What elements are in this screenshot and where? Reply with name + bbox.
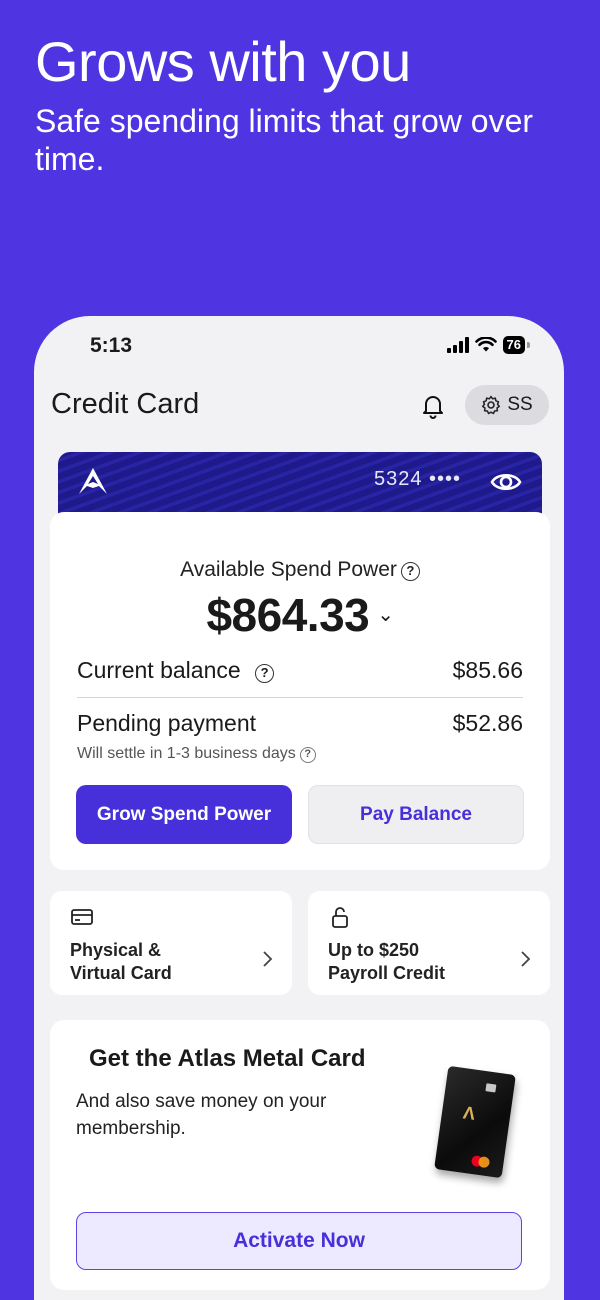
hero-section: Grows with you Safe spending limits that… [35, 30, 575, 178]
wifi-icon [474, 337, 497, 352]
credit-card-preview[interactable]: 5324 •••• [58, 452, 542, 516]
tile-label: Up to $250 Payroll Credit [328, 939, 445, 985]
battery-indicator: 76 [502, 336, 525, 354]
atlas-logo-icon: Λ [461, 1102, 477, 1124]
available-amount-value: $864.33 [206, 589, 370, 641]
app-header: Credit Card SS [34, 378, 564, 434]
help-icon[interactable]: ? [400, 562, 420, 581]
tile-label-line1: Physical & [70, 940, 162, 960]
chevron-right-icon [263, 951, 273, 967]
metal-card-image: Λ [434, 1065, 516, 1179]
payroll-credit-tile[interactable]: Up to $250 Payroll Credit [308, 891, 550, 995]
divider [77, 697, 523, 698]
hero-subtitle: Safe spending limits that grow over time… [35, 103, 534, 177]
available-spend-power-text: Available Spend Power [180, 558, 397, 581]
pay-balance-button[interactable]: Pay Balance [308, 785, 524, 844]
status-icons: 76 [446, 336, 530, 354]
settle-note: Will settle in 1-3 business days? [77, 745, 316, 763]
current-balance-label: Current balance [77, 657, 241, 683]
activate-now-button[interactable]: Activate Now [76, 1212, 522, 1270]
status-time: 5:13 [90, 334, 133, 357]
pending-payment-label: Pending payment [77, 710, 257, 736]
profile-initials: SS [507, 394, 533, 415]
promo-description: And also save money on your membership. [76, 1091, 327, 1139]
profile-settings-button[interactable]: SS [465, 385, 549, 425]
chevron-down-icon[interactable]: ⌄ [377, 604, 394, 626]
hero-title: Grows with you [35, 30, 411, 93]
current-balance-value: $85.66 [452, 657, 523, 683]
gear-icon [482, 395, 501, 415]
battery-tip [527, 342, 530, 348]
status-bar: 5:13 76 [34, 316, 564, 376]
tile-label-line1: Up to $250 [328, 940, 420, 960]
pending-payment-value: $52.86 [452, 710, 523, 736]
current-balance-row: Current balance ? $85.66 [77, 657, 523, 684]
physical-virtual-card-tile[interactable]: Physical & Virtual Card [50, 891, 292, 995]
metal-card-promo: Get the Atlas Metal Card And also save m… [50, 1020, 550, 1290]
settle-note-text: Will settle in 1-3 business days [77, 745, 296, 762]
available-spend-power-label: Available Spend Power? [50, 558, 550, 582]
tile-label-line2: Payroll Credit [328, 963, 446, 983]
balance-card: Available Spend Power? $864.33 ⌄ Current … [50, 512, 550, 870]
tile-label-line2: Virtual Card [70, 963, 172, 983]
phone-screen: 5:13 76 Credit Card SS 5324 •••• Availab… [34, 316, 564, 1300]
lock-icon [332, 907, 348, 928]
card-chip [485, 1083, 497, 1093]
pending-payment-row: Pending payment $52.86 [77, 710, 523, 737]
card-number: 5324 •••• [374, 468, 462, 490]
mastercard-logo-icon [477, 1155, 491, 1169]
chevron-right-icon [521, 951, 531, 967]
atlas-logo-icon [79, 468, 107, 494]
bell-icon[interactable] [418, 390, 448, 420]
help-icon[interactable]: ? [255, 664, 275, 683]
signal-icon [446, 337, 469, 353]
credit-card-icon [71, 909, 93, 925]
promo-title: Get the Atlas Metal Card [89, 1045, 366, 1072]
page-title: Credit Card [51, 388, 200, 420]
eye-icon[interactable] [490, 466, 522, 498]
grow-spend-power-button[interactable]: Grow Spend Power [76, 785, 292, 844]
available-spend-power-amount[interactable]: $864.33 ⌄ [50, 588, 550, 642]
help-icon[interactable]: ? [299, 747, 316, 763]
tile-label: Physical & Virtual Card [70, 939, 172, 985]
